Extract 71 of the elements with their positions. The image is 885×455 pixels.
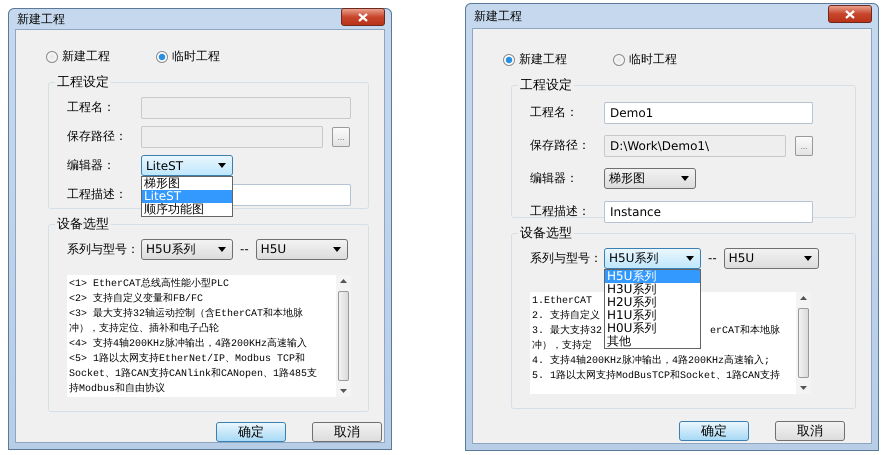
- caret-icon: [804, 256, 812, 260]
- scrollbar[interactable]: [336, 275, 351, 397]
- name-field[interactable]: Demo1: [604, 102, 813, 124]
- scrollbar-thumb[interactable]: [798, 308, 809, 378]
- radio-button[interactable]: [46, 50, 58, 62]
- field-label: 保存路径：: [530, 137, 591, 154]
- caret-icon: [218, 246, 226, 252]
- dialog-button[interactable]: 确定: [216, 422, 286, 442]
- close-icon: [358, 12, 368, 22]
- field-label: 系列与型号：: [67, 240, 140, 258]
- caret-icon: [332, 246, 341, 252]
- description-line: 冲），支持定: [532, 339, 592, 354]
- caret-icon: [681, 176, 689, 181]
- close-icon: [845, 10, 855, 18]
- dropdown[interactable]: LiteST: [141, 155, 233, 176]
- scrollbar[interactable]: [796, 292, 811, 394]
- field-label: 工程描述：: [530, 203, 591, 220]
- dialog-button[interactable]: 取消: [775, 421, 845, 441]
- close-button[interactable]: [828, 5, 872, 23]
- description-line: erCAT和本地脉: [710, 324, 780, 339]
- separator-text: --: [708, 251, 717, 265]
- dialog-button[interactable]: 确定: [679, 421, 749, 441]
- caret-icon: [218, 163, 226, 168]
- dialog-button[interactable]: 取消: [312, 422, 382, 442]
- description-line: Socket、1路CAN支持CANlink和CANopen、1路485支: [69, 367, 318, 382]
- field-label: 工程名：: [530, 104, 579, 121]
- description-line: <1> EtherCAT总线高性能小型PLC: [69, 277, 230, 292]
- description-line: 5. 1路以太网支持ModBusTCP和Socket、1路CAN支持: [532, 369, 780, 384]
- description-line: 持Modbus和自由协议: [69, 382, 166, 397]
- field-label: 工程描述：: [67, 186, 128, 203]
- description-line: <5> 1路以太网支持EtherNet/IP、Modbus TCP和: [69, 352, 306, 367]
- up-arrow-icon[interactable]: [800, 296, 807, 300]
- field-label: 工程名：: [67, 99, 116, 116]
- radio-label: 临时工程: [172, 48, 220, 65]
- dropdown[interactable]: H5U: [256, 238, 348, 260]
- group-title: 工程设定: [519, 77, 573, 94]
- radio-label: 临时工程: [629, 51, 677, 68]
- field-label: 保存路径：: [67, 128, 128, 145]
- description-line: 2. 支持自定义: [532, 309, 600, 324]
- up-arrow-icon[interactable]: [340, 279, 347, 283]
- window-title: 新建工程: [473, 8, 522, 24]
- radio-button[interactable]: [156, 50, 168, 62]
- window-title: 新建工程: [16, 10, 65, 28]
- description-line: 4. 支持4轴200KHz脉冲输出，4路200KHz高速输入;: [532, 354, 770, 369]
- down-arrow-icon[interactable]: [340, 389, 347, 393]
- dropdown[interactable]: 梯形图: [604, 168, 696, 189]
- description-line: <3> 最大支持32轴运动控制（含EtherCAT和本地脉: [69, 307, 304, 322]
- description-line: 冲），支持定位、插补和电子凸轮: [69, 322, 219, 337]
- group-title: 工程设定: [56, 74, 110, 91]
- radio-button[interactable]: [503, 54, 515, 66]
- caret-icon: [686, 256, 694, 260]
- field-label: 系列与型号：: [530, 250, 603, 266]
- radio-label: 新建工程: [519, 51, 567, 68]
- description-line: 1.EtherCAT: [532, 294, 592, 309]
- group-title: 设备选型: [519, 225, 573, 242]
- down-arrow-icon[interactable]: [800, 386, 807, 390]
- scrollbar-thumb[interactable]: [338, 291, 349, 381]
- radio-label: 新建工程: [62, 48, 110, 65]
- field-label: 编辑器：: [67, 157, 116, 174]
- dropdown[interactable]: H5U: [724, 248, 819, 268]
- separator-text: --: [240, 242, 249, 256]
- description-field[interactable]: Instance: [604, 200, 813, 222]
- radio-button[interactable]: [613, 54, 625, 66]
- dropdown[interactable]: H5U系列: [604, 248, 701, 268]
- group-title: 设备选型: [56, 216, 110, 233]
- description-line: <4> 支持4轴200KHz脉冲输出，4路200KHz高速输入: [69, 337, 308, 352]
- description-line: 3. 最大支持32: [532, 324, 604, 339]
- close-button[interactable]: [341, 8, 385, 26]
- description-line: <2> 支持自定义变量和FB/FC: [69, 292, 204, 307]
- dropdown[interactable]: H5U系列: [141, 238, 233, 260]
- field-label: 编辑器：: [530, 170, 579, 187]
